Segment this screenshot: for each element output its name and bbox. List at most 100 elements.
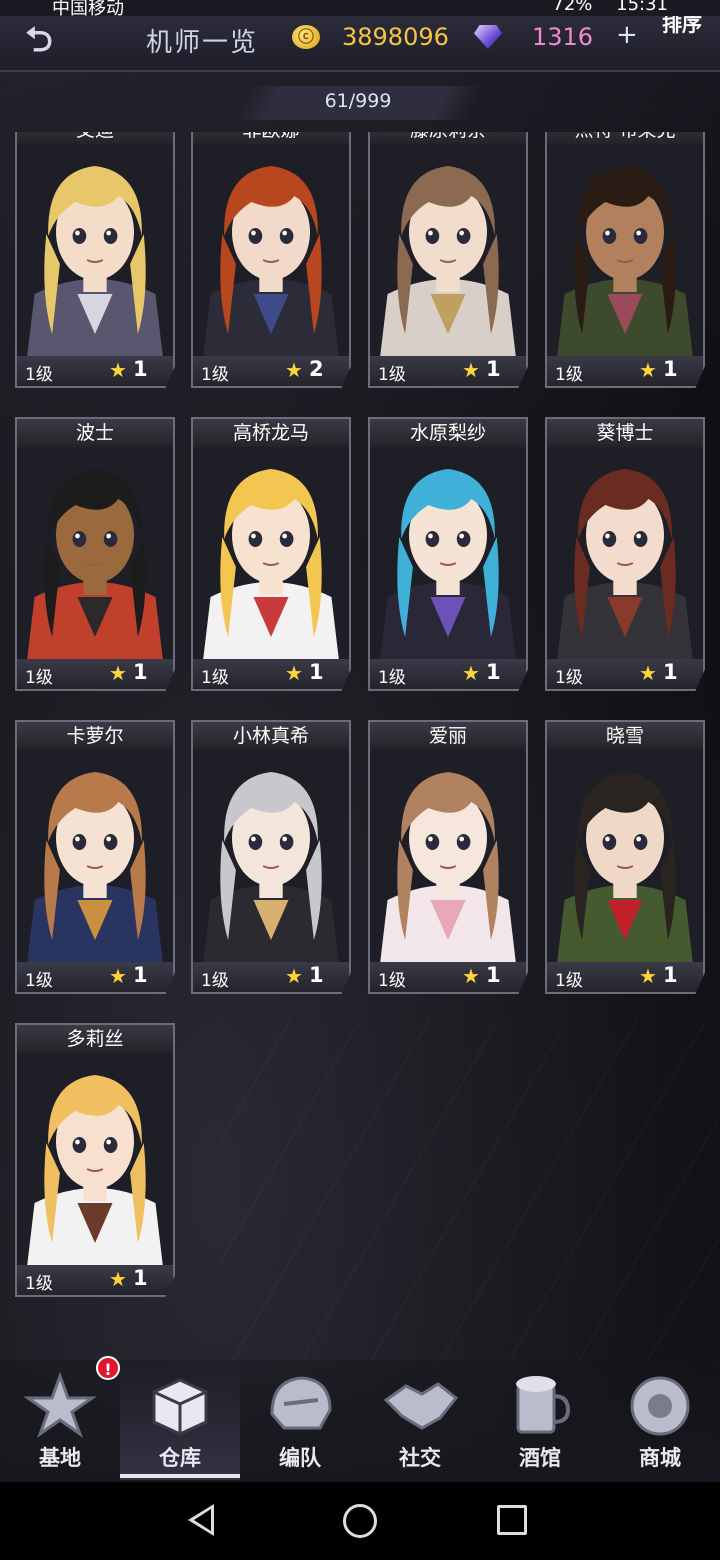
star-icon: ★ bbox=[639, 964, 657, 988]
nav-label: 基地 bbox=[39, 1445, 81, 1470]
pilot-grid[interactable]: 艾迪 1级 ★ 1 菲欧娜 bbox=[0, 132, 720, 1332]
pilot-card[interactable]: 藤原莉奈 1级 ★ 1 bbox=[368, 132, 528, 388]
pilot-portrait bbox=[193, 750, 349, 966]
pilot-level: 1级 bbox=[378, 365, 406, 385]
pilot-stars: 1 bbox=[663, 357, 678, 381]
star-icon: ★ bbox=[462, 964, 480, 988]
pilot-stars: 1 bbox=[133, 660, 148, 684]
pilot-card[interactable]: 杰特·布莱克 1级 ★ 1 bbox=[545, 132, 705, 388]
pilot-portrait bbox=[547, 750, 703, 966]
beer-mug-icon bbox=[502, 1370, 578, 1438]
coin-icon: ⓒ bbox=[292, 25, 320, 49]
pilot-level: 1级 bbox=[25, 1274, 53, 1294]
pilot-level: 1级 bbox=[555, 971, 583, 991]
pilot-footer: 1级 ★ 1 bbox=[547, 962, 703, 992]
clock: 15:31 bbox=[616, 0, 668, 15]
pilot-stars: 1 bbox=[133, 1266, 148, 1290]
nav-item-0[interactable]: 基地 ! bbox=[0, 1356, 120, 1480]
star-icon: ★ bbox=[285, 661, 303, 685]
pilot-name: 波士 bbox=[17, 419, 173, 447]
recents-square-icon[interactable] bbox=[497, 1505, 527, 1535]
warehouse-box-icon bbox=[142, 1370, 218, 1438]
pilot-portrait bbox=[17, 1053, 173, 1269]
star-icon: ★ bbox=[285, 964, 303, 988]
nav-item-1[interactable]: 仓库 bbox=[120, 1360, 240, 1480]
pilot-footer: 1级 ★ 1 bbox=[547, 356, 703, 386]
pilot-footer: 1级 ★ 1 bbox=[17, 659, 173, 689]
nav-item-3[interactable]: 社交 bbox=[360, 1360, 480, 1480]
pilot-card[interactable]: 菲欧娜 1级 ★ 2 bbox=[191, 132, 351, 388]
pilot-footer: 1级 ★ 1 bbox=[193, 962, 349, 992]
pilot-portrait bbox=[17, 144, 173, 360]
pilot-card[interactable]: 小林真希 1级 ★ 1 bbox=[191, 720, 351, 994]
pilot-name: 多莉丝 bbox=[17, 1025, 173, 1053]
pilot-name: 高桥龙马 bbox=[193, 419, 349, 447]
battery-level: 72% bbox=[552, 0, 593, 15]
pilot-footer: 1级 ★ 2 bbox=[193, 356, 349, 386]
pilot-stars: 1 bbox=[486, 963, 501, 987]
handshake-icon bbox=[382, 1370, 459, 1438]
pilot-count: 61/999 bbox=[324, 90, 392, 112]
pilot-card[interactable]: 爱丽 1级 ★ 1 bbox=[368, 720, 528, 994]
pilot-level: 1级 bbox=[25, 365, 53, 385]
pilot-name: 杰特·布莱克 bbox=[547, 132, 703, 144]
nav-item-2[interactable]: 编队 bbox=[240, 1360, 360, 1480]
pilot-name: 艾迪 bbox=[17, 132, 173, 144]
pilot-level: 1级 bbox=[201, 971, 229, 991]
pilot-name: 藤原莉奈 bbox=[370, 132, 526, 144]
pilot-name: 水原梨纱 bbox=[370, 419, 526, 447]
carrier-label: 中国移动 bbox=[52, 0, 124, 16]
pilot-level: 1级 bbox=[25, 971, 53, 991]
pilot-level: 1级 bbox=[201, 365, 229, 385]
pilot-card[interactable]: 卡萝尔 1级 ★ 1 bbox=[15, 720, 175, 994]
add-gems-button[interactable]: + bbox=[616, 20, 638, 50]
pilot-name: 葵博士 bbox=[547, 419, 703, 447]
pilot-stars: 1 bbox=[663, 660, 678, 684]
pilot-level: 1级 bbox=[555, 668, 583, 688]
pilot-portrait bbox=[17, 447, 173, 663]
bottom-nav: 基地 ! 仓库 编队 社交 酒馆 商城 bbox=[0, 1356, 720, 1482]
pilot-stars: 1 bbox=[309, 963, 324, 987]
pilot-stars: 2 bbox=[309, 357, 324, 381]
nav-label: 社交 bbox=[399, 1445, 441, 1470]
pilot-portrait bbox=[17, 750, 173, 966]
pilot-level: 1级 bbox=[555, 365, 583, 385]
pilot-card[interactable]: 波士 1级 ★ 1 bbox=[15, 417, 175, 691]
pilot-portrait bbox=[193, 144, 349, 360]
pilot-card[interactable]: 水原梨纱 1级 ★ 1 bbox=[368, 417, 528, 691]
pilot-name: 晓雪 bbox=[547, 722, 703, 750]
nav-item-4[interactable]: 酒馆 bbox=[480, 1360, 600, 1480]
pilot-footer: 1级 ★ 1 bbox=[370, 962, 526, 992]
sort-button[interactable]: 排序 bbox=[650, 16, 720, 46]
base-star-icon bbox=[22, 1370, 98, 1438]
pilot-level: 1级 bbox=[25, 668, 53, 688]
pilot-stars: 1 bbox=[486, 357, 501, 381]
pilot-card[interactable]: 多莉丝 1级 ★ 1 bbox=[15, 1023, 175, 1297]
back-triangle-icon[interactable] bbox=[188, 1504, 214, 1536]
back-button[interactable]: ⮌ bbox=[8, 22, 70, 58]
shop-orb-icon bbox=[622, 1370, 698, 1438]
system-nav-bar bbox=[0, 1482, 720, 1560]
pilot-card[interactable]: 高桥龙马 1级 ★ 1 bbox=[191, 417, 351, 691]
squad-helmet-icon bbox=[262, 1370, 338, 1438]
star-icon: ★ bbox=[462, 358, 480, 382]
sort-label: 排序 bbox=[662, 16, 702, 36]
star-icon: ★ bbox=[285, 358, 303, 382]
pilot-stars: 1 bbox=[486, 660, 501, 684]
pilot-name: 菲欧娜 bbox=[193, 132, 349, 144]
pilot-card[interactable]: 艾迪 1级 ★ 1 bbox=[15, 132, 175, 388]
nav-item-5[interactable]: 商城 bbox=[600, 1360, 720, 1480]
pilot-footer: 1级 ★ 1 bbox=[370, 659, 526, 689]
pilot-footer: 1级 ★ 1 bbox=[547, 659, 703, 689]
pilot-stars: 1 bbox=[663, 963, 678, 987]
home-circle-icon[interactable] bbox=[343, 1504, 377, 1538]
nav-label: 商城 bbox=[639, 1445, 681, 1470]
nav-label: 酒馆 bbox=[519, 1445, 561, 1470]
pilot-card[interactable]: 晓雪 1级 ★ 1 bbox=[545, 720, 705, 994]
pilot-portrait bbox=[547, 144, 703, 360]
alert-badge: ! bbox=[96, 1356, 120, 1380]
pilot-card[interactable]: 葵博士 1级 ★ 1 bbox=[545, 417, 705, 691]
pilot-stars: 1 bbox=[133, 357, 148, 381]
pilot-footer: 1级 ★ 1 bbox=[17, 1265, 173, 1295]
pilot-level: 1级 bbox=[378, 668, 406, 688]
